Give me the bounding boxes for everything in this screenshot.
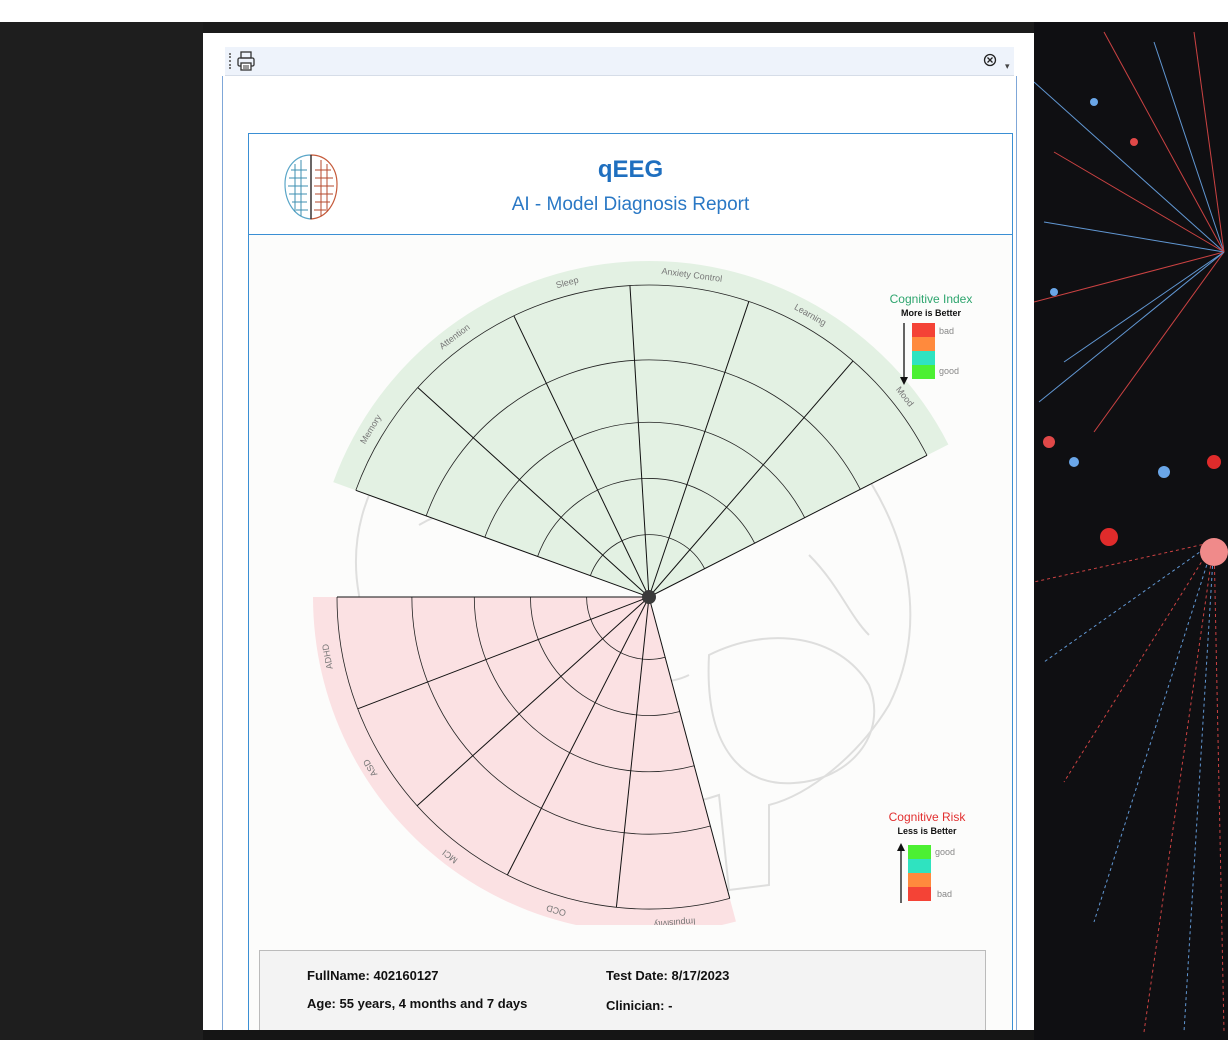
- fullname-label: FullName:: [307, 968, 370, 983]
- patient-info-panel: FullName: 402160127 Age: 55 years, 4 mon…: [259, 950, 986, 1030]
- age-value: 55 years, 4 months and 7 days: [339, 996, 528, 1011]
- printer-icon: [237, 51, 255, 71]
- report-card: qEEG AI - Model Diagnosis Report Memory A…: [248, 133, 1013, 1030]
- clinician-value: -: [668, 998, 673, 1013]
- polar-chart-area: Memory Attention Sleep Anxiety Control Learn…: [249, 235, 1012, 933]
- background-left: [0, 22, 203, 1040]
- cognitive-index-title: Cognitive Index: [890, 292, 973, 306]
- cognitive-index-bad-label: bad: [939, 326, 954, 336]
- test-date-label: Test Date:: [606, 968, 668, 983]
- cognitive-index-subtitle: More is Better: [901, 308, 962, 318]
- close-button[interactable]: [983, 53, 997, 67]
- fullname-value: 402160127: [373, 968, 439, 983]
- cognitive-risk-bad-label: bad: [937, 889, 952, 899]
- up-arrow-icon: [897, 843, 905, 851]
- print-button[interactable]: [235, 50, 257, 72]
- index-legend-swatch: [912, 365, 935, 379]
- age-label: Age:: [307, 996, 336, 1011]
- clinician-row: Clinician: -: [606, 998, 672, 1013]
- report-header: qEEG AI - Model Diagnosis Report: [249, 134, 1012, 235]
- report-subtitle: AI - Model Diagnosis Report: [511, 194, 750, 215]
- background-network-art: [1034, 22, 1228, 1040]
- test-date-row: Test Date: 8/17/2023: [606, 968, 729, 983]
- chevron-down-icon: ▾: [1005, 61, 1010, 71]
- cognitive-risk-legend: Cognitive Risk Less is Better good bad: [889, 810, 967, 903]
- index-legend-swatch: [912, 337, 935, 351]
- cognitive-risk-subtitle: Less is Better: [897, 826, 957, 836]
- polar-chart: MemoryAttentionSleep Anxiety ControlLearn…: [313, 261, 973, 933]
- cognitive-index-good-label: good: [939, 366, 959, 376]
- circle-x-icon: [983, 53, 997, 67]
- cognitive-risk-good-label: good: [935, 847, 955, 857]
- top-strip: [0, 0, 1228, 22]
- risk-legend-swatch: [908, 845, 931, 859]
- risk-legend-swatch: [908, 873, 931, 887]
- cognitive-risk-title: Cognitive Risk: [889, 810, 967, 824]
- age-row: Age: 55 years, 4 months and 7 days: [307, 996, 527, 1011]
- report-viewer: ▾ qEEG AI - Model Diagnosis Report Memor…: [203, 33, 1034, 1030]
- fullname-row: FullName: 402160127: [307, 968, 439, 983]
- cognitive-index-legend: Cognitive Index More is Better bad good: [890, 292, 973, 385]
- test-date-value: 8/17/2023: [671, 968, 730, 983]
- viewer-toolbar: ▾: [225, 47, 1014, 76]
- background-bottom: [203, 1030, 1034, 1040]
- index-legend-swatch: [912, 323, 935, 337]
- clinician-label: Clinician:: [606, 998, 665, 1013]
- risk-legend-swatch: [908, 887, 931, 901]
- report-title: qEEG: [597, 156, 664, 183]
- toolbar-grip[interactable]: [229, 53, 233, 69]
- toolbar-overflow-button[interactable]: ▾: [1005, 61, 1010, 72]
- chart-center: [642, 590, 656, 604]
- index-legend-swatch: [912, 351, 935, 365]
- index-sector-bg: [333, 261, 949, 597]
- risk-sector-bg: [313, 597, 736, 933]
- risk-legend-swatch: [908, 859, 931, 873]
